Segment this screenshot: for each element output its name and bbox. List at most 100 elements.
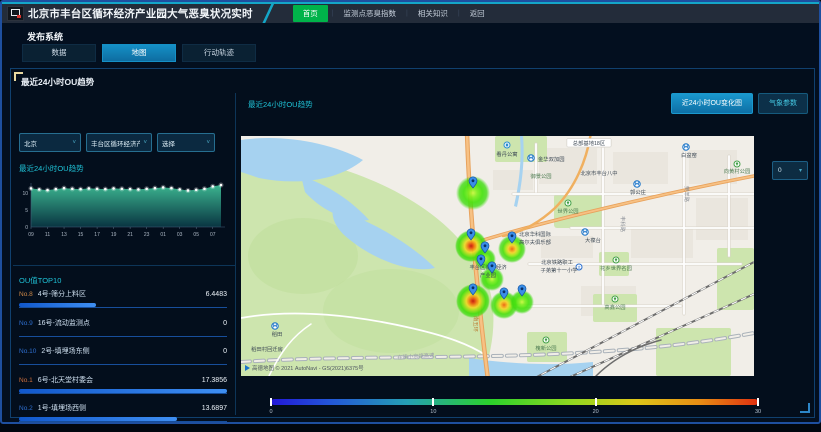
rank-number: No.9 <box>19 320 33 327</box>
dashboard-page: 北京市丰台区循环经济产业园大气恶臭状况实时 首页|监测点恶臭指数|相关知识|返回… <box>0 0 821 424</box>
map-label: 子弟第十一小学 <box>540 266 577 274</box>
map-svg[interactable]: 文 看丹公寓总部基地18区金华双加园御景公园北京市丰台八中白盆窑向黄村公园郭公庄… <box>241 136 754 376</box>
map-label: 御景公园 <box>530 172 551 180</box>
map-mode-button-0[interactable]: 近24小时OU变化图 <box>671 93 753 114</box>
svg-text:01: 01 <box>160 232 166 238</box>
header-divider <box>261 4 275 23</box>
rank-bar-fill <box>19 417 177 421</box>
rank-bar-track <box>19 389 227 394</box>
chevron-down-icon: ˅ <box>206 140 210 146</box>
nav-item-2[interactable]: 相关知识 <box>408 5 458 22</box>
ranking-row-2: No.102号-填埋场东侧0 <box>19 346 227 375</box>
colorbar-tick-label: 10 <box>430 409 436 415</box>
ranking-row-4: No.21号-填埋场西侧13.6897 <box>19 403 227 432</box>
rank-value: 0 <box>223 348 227 355</box>
park-icon <box>612 296 618 302</box>
map-label: 金华双加园 <box>538 155 565 163</box>
chevron-down-icon: ▾ <box>799 167 802 174</box>
filter-select-0[interactable]: 北京˅ <box>19 133 81 152</box>
rank-bar-track <box>19 303 227 308</box>
svg-text:13: 13 <box>61 232 67 238</box>
svg-text:17: 17 <box>94 232 100 238</box>
rank-value: 6.4483 <box>206 291 227 298</box>
rank-bar-fill <box>19 303 96 307</box>
trend-chart-svg: 0510091113151719212301030507 <box>17 177 229 241</box>
poi-icon <box>504 142 510 148</box>
map-label: 丰科路 <box>619 216 627 233</box>
rank-number: No.1 <box>19 377 33 384</box>
map-label: 看丹公寓 <box>496 150 517 158</box>
map-label: 向黄村公园 <box>724 167 751 175</box>
svg-text:03: 03 <box>177 232 183 238</box>
app-logo-icon <box>7 6 24 21</box>
metro-icon <box>272 323 278 329</box>
rank-value: 0 <box>223 320 227 327</box>
tab-2[interactable]: 行动轨迹 <box>182 44 256 62</box>
ranking-row-3: No.16号-北天堂村委会17.3856 <box>19 375 227 404</box>
hour-select-dropdown[interactable]: 0 ▾ <box>772 161 808 180</box>
rank-number: No.2 <box>19 405 33 412</box>
panel-corner-accent-br <box>800 403 810 413</box>
map-label: 花乡世界名园 <box>600 264 632 272</box>
colorbar-tick-label: 20 <box>593 409 599 415</box>
ranking-row-0: No.8 4号-筛分上料区6.4483 <box>19 289 227 318</box>
colorbar-tick <box>595 398 597 406</box>
view-tabs: 数据地图行动轨迹 <box>22 44 256 62</box>
map-label: 产业园 <box>480 271 496 279</box>
top-header: 北京市丰台区循环经济产业园大气恶臭状况实时 首页|监测点恶臭指数|相关知识|返回 <box>2 2 819 23</box>
map-label: 北京铁路职工 <box>541 258 573 266</box>
main-panel: 最近24小时OU趋势 北京˅丰台区循环经济产˅选择˅ 最近24小时OU趋势 05… <box>10 68 815 418</box>
map-label: 高鑫公园 <box>604 303 625 311</box>
metro-icon <box>582 229 588 235</box>
main-nav: 首页|监测点恶臭指数|相关知识|返回 <box>293 5 495 22</box>
tab-1[interactable]: 地图 <box>102 44 176 62</box>
rank-site-name: 1号-填埋场西侧 <box>38 403 202 413</box>
trend-chart: 0510091113151719212301030507 <box>17 177 229 246</box>
nav-item-3[interactable]: 返回 <box>460 5 495 22</box>
map-container[interactable]: 文 看丹公寓总部基地18区金华双加园御景公园北京市丰台八中白盆窑向黄村公园郭公庄… <box>241 136 754 376</box>
map-label: 南五环 <box>472 316 480 332</box>
rank-bar-track <box>19 417 227 422</box>
chevron-down-icon: ˅ <box>143 140 147 146</box>
colorbar-tick <box>757 398 759 406</box>
rank-bar-fill <box>19 389 227 393</box>
rank-site-name: 4号-筛分上料区 <box>38 289 206 299</box>
tab-0[interactable]: 数据 <box>22 44 96 62</box>
colorbar-tick-label: 30 <box>755 409 761 415</box>
right-column: 最近24小时OU趋势 近24小时OU变化图气象参数 <box>235 69 814 417</box>
svg-text:21: 21 <box>127 232 133 238</box>
svg-text:5: 5 <box>25 208 28 214</box>
rank-bar-track <box>19 360 227 365</box>
svg-text:07: 07 <box>210 232 216 238</box>
filter-select-2[interactable]: 选择˅ <box>157 133 215 152</box>
nav-item-0[interactable]: 首页 <box>293 5 328 22</box>
ou-rankings-list: No.84号-筛分上料区6.4483No.916号-流动监测点0No.102号-… <box>19 289 227 432</box>
map-label: 高尔夫俱乐部 <box>519 238 551 246</box>
rank-number: No.10 <box>19 348 36 355</box>
panel-title: 最近24小时OU趋势 <box>21 76 94 88</box>
svg-text:10: 10 <box>22 191 28 197</box>
svg-text:09: 09 <box>28 232 34 238</box>
map-label: 樊羊路 <box>683 186 691 203</box>
nav-item-1[interactable]: 监测点恶臭指数 <box>334 5 407 22</box>
filter-select-1[interactable]: 丰台区循环经济产˅ <box>86 133 152 152</box>
metro-icon <box>528 155 534 161</box>
park-icon <box>543 337 549 343</box>
map-mode-button-1[interactable]: 气象参数 <box>758 93 808 114</box>
amap-logo-icon <box>245 365 250 371</box>
rank-number: No.8 <box>19 291 33 298</box>
publish-system-label: 发布系统 <box>27 30 63 43</box>
map-label: 白盆窑 <box>681 151 697 159</box>
park-icon <box>565 200 571 206</box>
map-label: 大葆台 <box>585 236 601 244</box>
trend-chart-title: 最近24小时OU趋势 <box>19 163 84 174</box>
colorbar-tick <box>432 398 434 406</box>
svg-text:15: 15 <box>78 232 84 238</box>
top10-title: OU值TOP10 <box>19 275 61 286</box>
rank-site-name: 6号-北天堂村委会 <box>38 375 202 385</box>
svg-text:05: 05 <box>193 232 199 238</box>
map-label: 总部基地18区 <box>573 139 606 147</box>
metro-icon <box>634 181 640 187</box>
filter-selects: 北京˅ 丰台区循环经济产˅ 选择˅ <box>19 133 215 152</box>
map-section-title: 最近24小时OU趋势 <box>248 99 313 110</box>
